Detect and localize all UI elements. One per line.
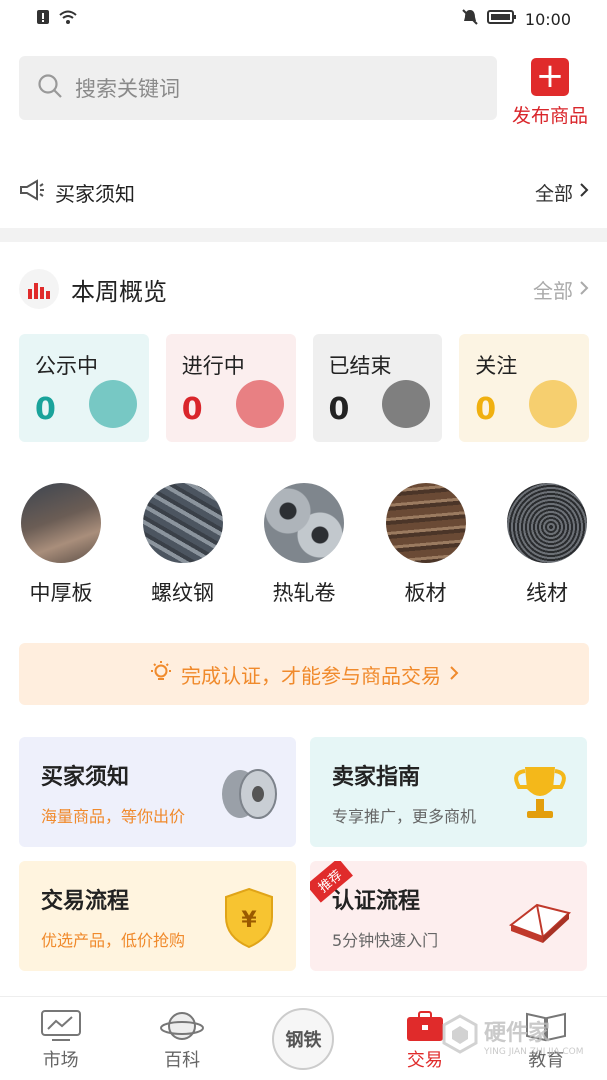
watermark: 硬件家 YING JIAN ZHI JIA.COM — [442, 1006, 607, 1066]
category-label: 螺纹钢 — [151, 581, 214, 605]
category-row: 中厚板 螺纹钢 热轧卷 板材 线材 — [19, 483, 589, 607]
notice-all-label: 全部 — [534, 182, 573, 205]
steel-coil-icon — [216, 761, 282, 827]
wire-rod-image — [507, 483, 587, 563]
lightbulb-icon — [149, 660, 173, 689]
steel-center-button: 钢铁 — [272, 1007, 335, 1070]
plus-icon: + — [531, 58, 569, 96]
certification-banner[interactable]: 完成认证，才能参与商品交易 — [19, 643, 589, 705]
stats-row: 公示中 0 进行中 0 已结束 0 关注 0 — [19, 334, 589, 442]
calendar-check-icon — [382, 380, 431, 428]
category-rebar[interactable]: 螺纹钢 — [141, 483, 225, 607]
card-buyer-notice[interactable]: 买家须知 海量商品，等你出价 — [19, 737, 296, 847]
svg-text:¥: ¥ — [241, 908, 257, 933]
stat-card-public[interactable]: 公示中 0 — [19, 334, 149, 442]
category-label: 线材 — [526, 581, 568, 605]
tab-label: 市场 — [42, 1049, 79, 1071]
section-divider — [0, 228, 607, 242]
status-bar: 10:00 — [0, 0, 607, 38]
alert-icon — [36, 9, 50, 29]
clock-icon — [235, 380, 284, 428]
card-seller-guide[interactable]: 卖家指南 专享推广，更多商机 — [310, 737, 587, 847]
category-wire-rod[interactable]: 线材 — [505, 483, 589, 607]
weekly-overview-title: 本周概览 — [71, 277, 167, 306]
weekly-all-label: 全部 — [533, 278, 573, 303]
tab-encyclopedia[interactable]: 百科 — [132, 1006, 232, 1072]
publish-label: 发布商品 — [511, 105, 588, 127]
status-time: 10:00 — [524, 9, 571, 29]
notice-all-link[interactable]: 全部 — [535, 179, 589, 206]
monitor-chart-icon — [11, 1006, 111, 1046]
category-hot-rolled-coil[interactable]: 热轧卷 — [262, 483, 346, 607]
trophy-icon — [507, 761, 573, 827]
hexagon-logo-icon — [442, 1014, 478, 1058]
card-trade-process[interactable]: 交易流程 优选产品，低价抢购 ¥ — [19, 861, 296, 971]
stat-card-follow[interactable]: 关注 0 — [459, 334, 589, 442]
tab-steel[interactable]: 钢铁 — [253, 1007, 353, 1070]
search-placeholder: 搜索关键词 — [75, 77, 180, 101]
publish-button[interactable]: + 发布商品 — [508, 58, 592, 128]
stat-card-ongoing[interactable]: 进行中 0 — [165, 334, 296, 442]
yen-shield-icon: ¥ — [216, 885, 282, 951]
category-sheet[interactable]: 板材 — [384, 483, 468, 607]
wifi-icon — [58, 9, 78, 29]
tab-market[interactable]: 市场 — [11, 1006, 111, 1072]
sheet-image — [385, 483, 466, 563]
tab-label: 百科 — [164, 1049, 201, 1071]
chevron-right-icon — [449, 662, 459, 686]
stat-label: 关注 — [475, 354, 518, 378]
card-cert-process[interactable]: 推荐 认证流程 5分钟快速入门 — [310, 861, 587, 971]
stat-card-ended[interactable]: 已结束 0 — [312, 334, 443, 442]
certification-text: 完成认证，才能参与商品交易 — [181, 663, 441, 688]
chevron-right-icon — [579, 277, 589, 301]
planet-icon — [132, 1006, 232, 1046]
buyer-notice-row[interactable]: 买家须知 全部 — [19, 170, 589, 214]
stat-label: 已结束 — [328, 354, 392, 378]
hot-rolled-coil-image — [264, 483, 344, 563]
battery-icon — [486, 9, 517, 29]
target-icon — [529, 380, 577, 428]
category-medium-plate[interactable]: 中厚板 — [19, 483, 103, 607]
weekly-all-link[interactable]: 全部 — [533, 275, 589, 304]
stat-label: 公示中 — [35, 354, 98, 378]
mute-bell-icon — [461, 8, 479, 30]
category-label: 中厚板 — [29, 581, 93, 605]
watermark-name: 硬件家 — [484, 1021, 551, 1046]
tag-icon — [88, 380, 137, 428]
bar-chart-icon — [19, 269, 59, 309]
category-label: 热轧卷 — [272, 581, 336, 605]
book-icon — [507, 885, 573, 951]
medium-plate-image — [21, 483, 101, 563]
rebar-image — [142, 483, 223, 563]
notice-title: 买家须知 — [55, 181, 135, 206]
search-icon — [37, 73, 63, 103]
stat-label: 进行中 — [181, 354, 245, 378]
watermark-sub: YING JIAN ZHI JIA.COM — [484, 1047, 584, 1057]
weekly-overview-header: 本周概览 全部 — [19, 265, 589, 313]
category-label: 板材 — [404, 581, 447, 605]
megaphone-icon — [19, 178, 45, 206]
chevron-right-icon — [579, 181, 589, 203]
guide-cards: 买家须知 海量商品，等你出价 卖家指南 专享推广，更多商机 交易流程 优选产品，… — [19, 737, 589, 971]
search-input[interactable]: 搜索关键词 — [19, 56, 497, 120]
